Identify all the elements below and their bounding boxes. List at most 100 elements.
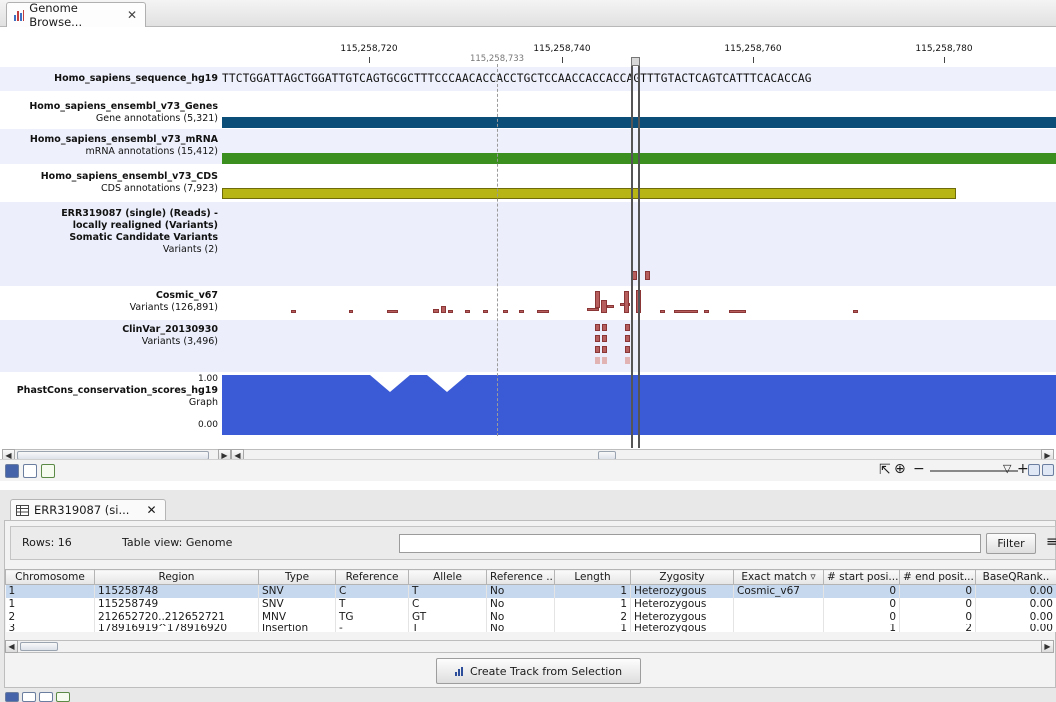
genome-browser-icon — [14, 10, 25, 21]
somatic-variants-track-label: ERR319087 (single) (Reads) - locally real… — [61, 208, 218, 255]
column-header-reference[interactable]: Reference — [335, 569, 409, 585]
selection-highlight[interactable] — [631, 64, 640, 448]
column-header-zygosity[interactable]: Zygosity — [630, 569, 734, 585]
cell-end-position: 0 — [899, 584, 976, 598]
editor-tab-bar: Genome Browse... ✕ — [0, 0, 1056, 29]
table-filter-bar: Rows: 16 Table view: Genome Filter ≡ — [10, 526, 1056, 560]
track-view-icon[interactable] — [5, 692, 19, 702]
column-header-exact-match[interactable]: Exact match ▿ — [733, 569, 824, 585]
table-scrollbar[interactable]: ◀ ▶ — [5, 640, 1054, 653]
column-header-length[interactable]: Length — [554, 569, 631, 585]
close-tab-icon[interactable]: ✕ — [146, 503, 156, 517]
cell-length: 1 — [554, 584, 631, 598]
create-track-label: Create Track from Selection — [469, 664, 623, 678]
cell-type: Insertion — [258, 623, 336, 632]
cell-zygosity: Heterozygous — [630, 610, 734, 624]
tab-variant-table[interactable]: ERR319087 (si... ✕ — [10, 499, 166, 520]
table-header: Chromosome Region Type Reference Allele … — [5, 569, 1056, 585]
cell-region: 212652720..212652721 — [94, 610, 259, 624]
selection-handle[interactable] — [631, 57, 640, 66]
table-view-icon[interactable] — [22, 692, 36, 702]
cell-reference-allele: No — [486, 623, 555, 632]
column-header-baseqrank[interactable]: BaseQRank.. — [975, 569, 1056, 585]
history-icon[interactable] — [56, 692, 70, 702]
column-header-end-position[interactable]: # end posit... — [899, 569, 976, 585]
zoom-in-icon[interactable]: + — [1017, 461, 1029, 477]
cell-length: 1 — [554, 623, 631, 632]
column-header-start-position[interactable]: # start posi... — [823, 569, 900, 585]
cell-chromosome: 1 — [5, 584, 95, 598]
track-view-icon[interactable] — [5, 464, 19, 478]
selection-mode-icon[interactable]: ⇱ — [879, 462, 891, 478]
cell-exact-match — [733, 610, 824, 624]
cell-start-position: 0 — [823, 584, 900, 598]
scroll-thumb[interactable] — [20, 642, 58, 651]
position-ruler: 115,258,720 115,258,740 115,258,760 115,… — [0, 28, 1056, 64]
tab-title: ERR319087 (si... — [34, 503, 130, 517]
cell-chromosome: 3 — [5, 623, 95, 632]
cell-allele: T — [408, 623, 487, 632]
cell-reference: T — [335, 597, 409, 611]
column-header-reference-allele[interactable]: Reference ... — [486, 569, 555, 585]
history-icon[interactable] — [41, 464, 55, 478]
close-tab-icon[interactable]: ✕ — [127, 8, 137, 22]
row-count: Rows: 16 — [22, 536, 72, 549]
cell-region: 115258748 — [94, 584, 259, 598]
cell-reference: C — [335, 584, 409, 598]
ruler-tick-label: 115,258,780 — [915, 44, 973, 54]
cell-type: MNV — [258, 610, 336, 624]
tab-title: Genome Browse... — [29, 1, 83, 29]
cursor-line — [497, 64, 498, 436]
cosmic-track-label: Cosmic_v67 Variants (126,891) — [129, 290, 218, 313]
cell-length: 2 — [554, 610, 631, 624]
cell-reference-allele: No — [486, 584, 555, 598]
cell-allele: GT — [408, 610, 487, 624]
cell-exact-match: Cosmic_v67 — [733, 584, 824, 598]
zoom-out-icon[interactable]: − — [913, 461, 925, 477]
cell-zygosity: Heterozygous — [630, 597, 734, 611]
table-row[interactable]: 1 115258749 SNV T C No 1 Heterozygous 0 … — [5, 597, 1056, 611]
column-header-chromosome[interactable]: Chromosome — [5, 569, 95, 585]
ruler-tick-label: 115,258,740 — [533, 44, 591, 54]
cell-allele: T — [408, 584, 487, 598]
phastcons-track-label: PhastCons_conservation_scores_hg19 Graph — [16, 385, 218, 408]
column-header-allele[interactable]: Allele — [408, 569, 487, 585]
cell-start-position: 0 — [823, 597, 900, 611]
cell-end-position: 0 — [899, 597, 976, 611]
filter-input[interactable] — [399, 534, 981, 553]
cell-reference-allele: No — [486, 610, 555, 624]
ruler-tick-label: 115,258,760 — [724, 44, 782, 54]
cell-allele: C — [408, 597, 487, 611]
ruler-tick-label: 115,258,720 — [340, 44, 398, 54]
zoom-mode-icon[interactable]: ⊕ — [894, 461, 906, 477]
cds-track-label: Homo_sapiens_ensembl_v73_CDS CDS annotati… — [40, 171, 218, 194]
cell-type: SNV — [258, 584, 336, 598]
cell-baseqrank: 0.00 — [975, 623, 1056, 632]
cell-reference: TG — [335, 610, 409, 624]
genome-view[interactable]: 115,258,720 115,258,740 115,258,760 115,… — [0, 28, 1056, 462]
cell-zygosity: Heterozygous — [630, 584, 734, 598]
variant-table: Chromosome Region Type Reference Allele … — [5, 569, 1056, 632]
column-header-region[interactable]: Region — [94, 569, 259, 585]
cell-region: 178916919^178916920 — [94, 623, 259, 632]
somatic-variant-mark[interactable] — [645, 271, 650, 280]
scroll-left-icon[interactable]: ◀ — [5, 640, 18, 653]
table-row[interactable]: 3 178916919^178916920 Insertion - T No 1… — [5, 623, 1056, 632]
cell-chromosome: 1 — [5, 597, 95, 611]
cds-annotation-bar[interactable] — [222, 188, 956, 199]
zoom-to-base-icon[interactable] — [1042, 464, 1054, 476]
view-toolbar: ⇱ ⊕ − ▽ + — [0, 459, 1056, 481]
column-header-type[interactable]: Type — [258, 569, 336, 585]
zoom-slider-handle-icon[interactable]: ▽ — [1003, 462, 1011, 475]
properties-icon[interactable] — [23, 464, 37, 478]
zoom-to-fit-icon[interactable] — [1028, 464, 1040, 476]
create-track-button[interactable]: Create Track from Selection — [436, 658, 641, 684]
scroll-right-icon[interactable]: ▶ — [1041, 640, 1054, 653]
column-options-icon[interactable]: ≡ — [1046, 534, 1056, 550]
clinvar-track-label: ClinVar_20130930 Variants (3,496) — [122, 324, 218, 347]
properties-icon[interactable] — [39, 692, 53, 702]
tab-genome-browser[interactable]: Genome Browse... ✕ — [6, 1, 146, 29]
table-row[interactable]: 2 212652720..212652721 MNV TG GT No 2 He… — [5, 610, 1056, 624]
filter-button[interactable]: Filter — [986, 533, 1036, 554]
table-row[interactable]: 1 115258748 SNV C T No 1 Heterozygous Co… — [5, 584, 1056, 598]
